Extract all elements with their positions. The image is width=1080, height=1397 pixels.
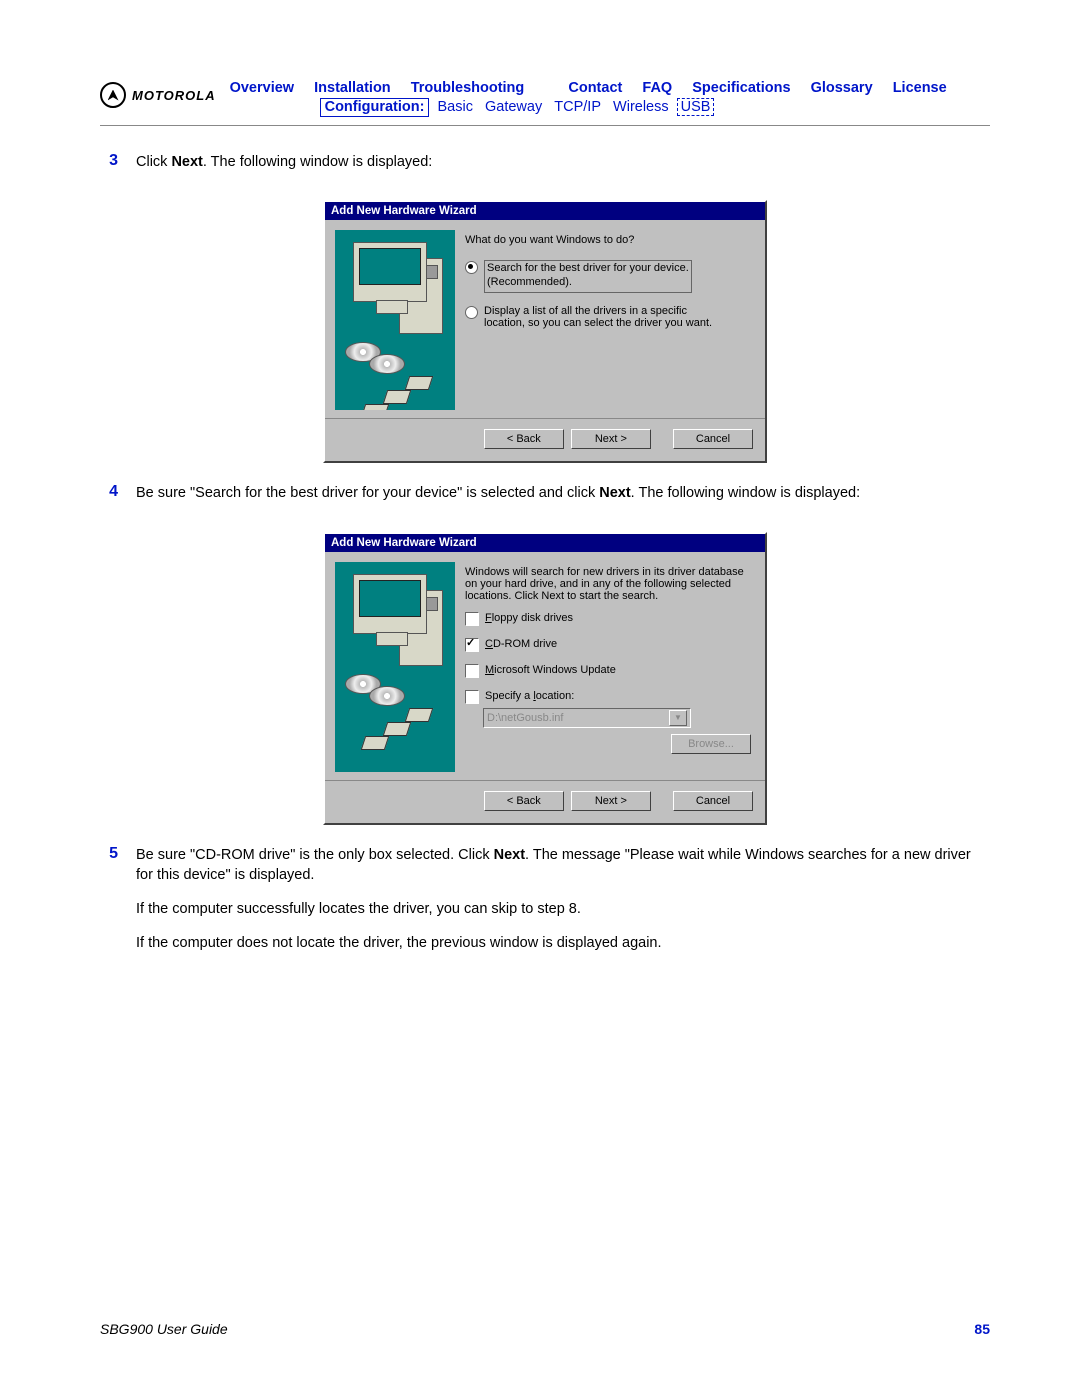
wizard2-label-cdrom: CD-ROM driveCD-ROM drive — [485, 638, 557, 650]
nav-contact[interactable]: Contact — [568, 80, 622, 96]
wizard-dialog-2: Add New Hardware Wizard Windows will sea… — [323, 532, 767, 825]
wizard1-next-button[interactable]: Next > — [571, 429, 651, 449]
brand-logo: MOTOROLA — [100, 82, 216, 108]
wizard2-label-floppy: FFloppy disk drivesloppy disk drives — [485, 612, 573, 624]
wizard1-option-list[interactable]: Display a list of all the drivers in a s… — [484, 305, 712, 329]
wizard1-radio-list[interactable] — [465, 306, 478, 319]
wizard2-titlebar: Add New Hardware Wizard — [325, 534, 765, 552]
step-5-text-2: If the computer successfully locates the… — [136, 899, 990, 919]
nav-wireless[interactable]: Wireless — [613, 99, 669, 115]
wizard1-radio-search[interactable] — [465, 261, 478, 274]
wizard1-cancel-button[interactable]: Cancel — [673, 429, 753, 449]
nav-faq[interactable]: FAQ — [642, 80, 672, 96]
nav-glossary[interactable]: Glossary — [811, 80, 873, 96]
sub-nav: Configuration: Basic Gateway TCP/IP Wire… — [320, 99, 990, 115]
wizard2-next-button[interactable]: Next > — [571, 791, 651, 811]
step-3-text: Click Next. The following window is disp… — [136, 152, 990, 172]
step-number-3: 3 — [100, 152, 118, 170]
wizard2-cancel-button[interactable]: Cancel — [673, 791, 753, 811]
wizard-dialog-1: Add New Hardware Wizard What do you want… — [323, 200, 767, 463]
wizard2-illustration — [335, 562, 455, 772]
wizard2-label-winupdate: Microsoft Windows UpdateMicrosoft Window… — [485, 664, 616, 676]
nav-license[interactable]: License — [893, 80, 947, 96]
wizard1-back-button[interactable]: < Back — [484, 429, 564, 449]
nav-specifications[interactable]: Specifications — [692, 80, 790, 96]
header-divider — [100, 125, 990, 126]
nav-troubleshooting[interactable]: Troubleshooting — [411, 80, 525, 96]
nav-installation[interactable]: Installation — [314, 80, 391, 96]
nav-tcpip[interactable]: TCP/IP — [554, 99, 601, 115]
wizard2-label-location: Specify a location:Specify a location: — [485, 690, 574, 702]
footer-guide-title: SBG900 User Guide — [100, 1321, 228, 1337]
wizard1-prompt: What do you want Windows to do? — [465, 234, 753, 246]
page-footer: SBG900 User Guide 85 — [100, 1321, 990, 1337]
wizard2-intro: Windows will search for new drivers in i… — [465, 566, 753, 602]
wizard1-option-search[interactable]: Search for the best driver for your devi… — [484, 260, 692, 293]
wizard2-check-winupdate[interactable] — [465, 664, 479, 678]
footer-page-number: 85 — [974, 1321, 990, 1337]
motorola-logo-icon — [100, 82, 126, 108]
nav-usb-current[interactable]: USB — [677, 98, 715, 116]
step-number-4: 4 — [100, 483, 118, 501]
nav-configuration-active[interactable]: Configuration: — [320, 98, 430, 117]
wizard2-browse-button[interactable]: Browse... — [671, 734, 751, 754]
dropdown-arrow-icon[interactable]: ▼ — [669, 710, 687, 726]
step-number-5: 5 — [100, 845, 118, 863]
wizard2-location-input[interactable]: D:\netGousb.inf ▼ — [483, 708, 691, 728]
step-5-text-3: If the computer does not locate the driv… — [136, 933, 990, 953]
wizard1-titlebar: Add New Hardware Wizard — [325, 202, 765, 220]
wizard1-illustration — [335, 230, 455, 410]
page-header: MOTOROLA Overview Installation Troublesh… — [100, 80, 990, 115]
wizard2-check-cdrom[interactable] — [465, 638, 479, 652]
wizard2-back-button[interactable]: < Back — [484, 791, 564, 811]
step-5-text-1: Be sure "CD-ROM drive" is the only box s… — [136, 845, 990, 886]
brand-name: MOTOROLA — [132, 88, 216, 103]
nav-basic[interactable]: Basic — [438, 99, 473, 115]
wizard2-check-location[interactable] — [465, 690, 479, 704]
wizard2-check-floppy[interactable] — [465, 612, 479, 626]
nav-gateway[interactable]: Gateway — [485, 99, 542, 115]
top-nav: Overview Installation Troubleshooting Co… — [230, 80, 990, 96]
nav-overview[interactable]: Overview — [230, 80, 295, 96]
step-4-text: Be sure "Search for the best driver for … — [136, 483, 990, 503]
